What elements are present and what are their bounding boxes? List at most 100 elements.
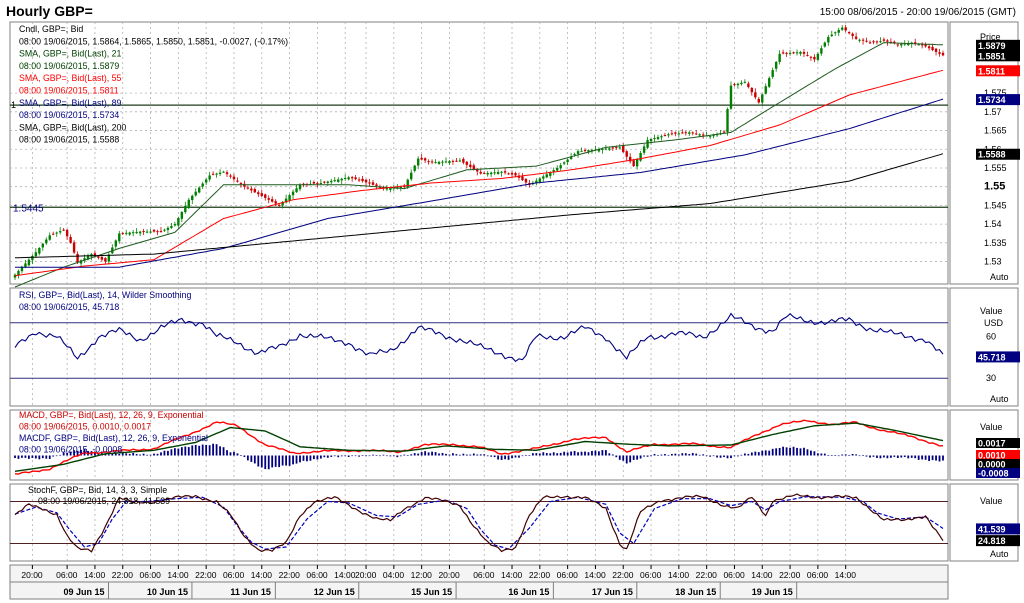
macd-histogram-bar	[657, 455, 659, 456]
macd-histogram-bar	[406, 455, 409, 456]
x-day-label: 09 Jun 15	[64, 587, 105, 597]
macd-histogram-bar	[344, 455, 347, 457]
candle-body	[455, 160, 458, 162]
macd-histogram-bar	[14, 455, 16, 459]
macd-histogram-bar	[497, 455, 500, 460]
macd-histogram-bar	[587, 452, 590, 456]
candle-body	[844, 27, 847, 31]
price-tick-label: 1.535	[984, 238, 1007, 248]
macd-histogram-bar	[782, 446, 785, 456]
x-hour-label: 14:00	[84, 570, 106, 580]
macd-histogram-bar	[525, 455, 527, 456]
candle-body	[152, 229, 156, 232]
macd-histogram-bar	[358, 455, 360, 457]
macd-histogram-bar	[775, 448, 778, 456]
macd-histogram-bar	[747, 453, 750, 456]
x-hour-label: 14:00	[751, 570, 773, 580]
macd-histogram-bar	[493, 455, 496, 458]
candle-body	[236, 180, 239, 182]
macd-histogram-bar	[601, 450, 604, 456]
macd-histogram-bar	[733, 455, 736, 457]
candle-body	[159, 231, 163, 233]
candle-body	[489, 172, 493, 175]
macd-histogram-bar	[632, 455, 635, 460]
candle-body	[62, 229, 65, 231]
macd-histogram-bar	[420, 452, 423, 456]
macd-histogram-bar	[187, 447, 190, 456]
macd-histogram-bar	[194, 444, 197, 456]
macd-histogram-bar	[24, 455, 27, 458]
x-hour-label: 04:00	[383, 570, 405, 580]
macd-histogram-bar	[330, 455, 333, 457]
candle-body	[462, 158, 465, 163]
candle-body	[667, 134, 670, 136]
macd-histogram-bar	[907, 455, 910, 459]
x-hour-label: 06:00	[557, 570, 579, 580]
candle-body	[684, 132, 688, 134]
macd-histogram-bar	[483, 454, 486, 456]
candle-body	[364, 179, 368, 183]
macd-histogram-bar	[434, 452, 437, 456]
macd-histogram-bar	[417, 453, 420, 456]
macd-histogram-bar	[730, 455, 732, 459]
price-tick-label: 1.545	[984, 200, 1007, 210]
macd-histogram-bar	[313, 455, 315, 460]
candle-body	[100, 256, 104, 260]
stoch-value-tag-label: 41.539	[978, 524, 1006, 534]
macd-histogram-bar	[806, 449, 809, 456]
macd-histogram-bar	[869, 455, 871, 458]
macd-histogram-bar	[135, 454, 138, 456]
macd-histogram-bar	[107, 454, 110, 456]
macd-histogram-bar	[236, 453, 239, 456]
x-hour-label: 06:00	[473, 570, 495, 580]
candle-body	[521, 176, 524, 181]
candle-body	[917, 44, 920, 46]
macd-histogram-bar	[935, 455, 937, 461]
auto-label: Auto	[990, 549, 1009, 559]
candle-body	[545, 174, 548, 178]
candle-body	[45, 239, 48, 244]
macd-histogram-bar	[382, 454, 385, 456]
x-hour-label: 22:00	[112, 570, 134, 580]
candle-body	[326, 181, 330, 183]
macd-value-tag-label: 0.0017	[978, 439, 1006, 449]
candle-body	[882, 39, 886, 41]
macd-histogram-bar	[285, 455, 288, 466]
candle-body	[483, 172, 486, 174]
macd-histogram-bar	[598, 451, 600, 456]
candle-body	[208, 175, 211, 180]
macd-histogram-bar	[938, 455, 941, 462]
macd-histogram-bar	[514, 455, 517, 458]
candle-body	[736, 83, 740, 86]
macd-histogram-bar	[914, 455, 917, 459]
macd-histogram-bar	[198, 445, 201, 456]
candle-body	[931, 46, 934, 51]
macd-histogram-bar	[723, 455, 725, 458]
candle-body	[496, 172, 500, 174]
macd-histogram-bar	[660, 454, 663, 456]
x-hour-label: 06:00	[140, 570, 162, 580]
x-hour-label: 06:00	[306, 570, 328, 580]
x-hour-label: 20:00	[438, 570, 460, 580]
candle-body	[427, 161, 430, 163]
macd-histogram-bar	[222, 447, 225, 456]
macd-histogram-bar	[886, 455, 889, 459]
candle-body	[861, 39, 865, 41]
chart-area[interactable]: 1.531.5351.541.5451.551.5551.561.5651.57…	[0, 0, 1024, 603]
price-legend-line: SMA, GBP=, Bid(Last), 89	[19, 98, 122, 108]
macd-histogram-bar	[921, 455, 924, 460]
candle-body	[177, 218, 180, 226]
macd-histogram-bar	[462, 453, 465, 456]
macd-legend-line: MACD, GBP=, Bid(Last), 12, 26, 9, Expone…	[19, 410, 204, 420]
auto-label: Auto	[990, 272, 1009, 282]
macd-histogram-bar	[410, 454, 413, 456]
candle-body	[170, 225, 173, 228]
macd-histogram-bar	[160, 452, 162, 456]
candle-body	[385, 188, 389, 190]
macd-histogram-bar	[389, 455, 392, 457]
macd-histogram-bar	[677, 454, 680, 456]
macd-histogram-bar	[278, 455, 281, 468]
macd-histogram-bar	[379, 455, 381, 457]
macd-histogram-bar	[340, 455, 343, 457]
candle-body	[556, 167, 559, 171]
